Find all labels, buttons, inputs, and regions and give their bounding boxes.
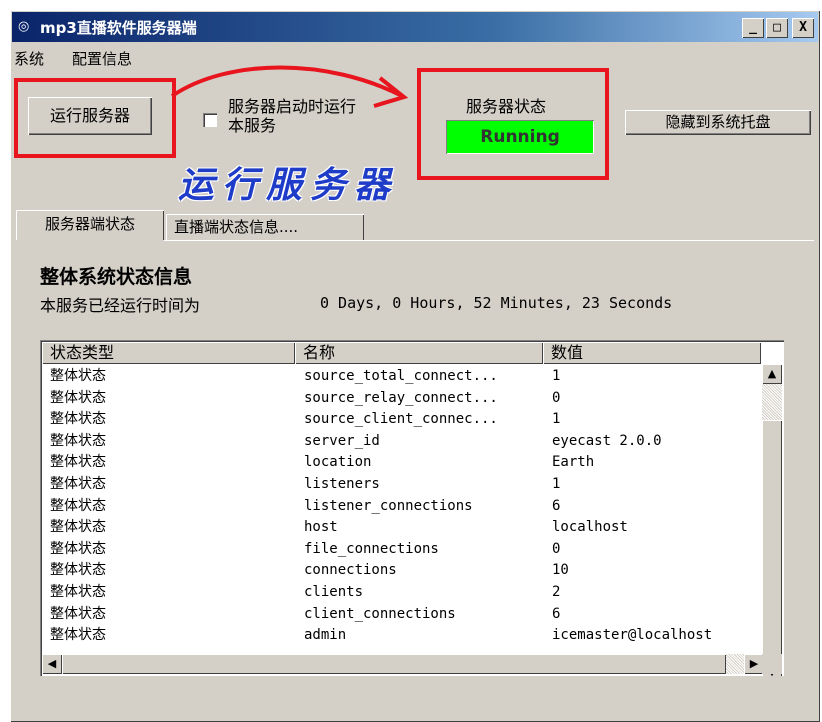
cell-name: host: [304, 519, 338, 536]
cell-type: 整体状态: [50, 540, 106, 557]
horizontal-scrollbar[interactable]: ◀ ▶: [42, 654, 764, 674]
cell-type: 整体状态: [50, 411, 106, 428]
cell-value: 1: [552, 476, 561, 492]
table-row[interactable]: 整体状态 source_client_connec... 1: [42, 409, 764, 431]
scroll-right-icon[interactable]: ▶: [744, 654, 764, 674]
cell-type: 整体状态: [50, 627, 106, 644]
close-button[interactable]: X: [792, 18, 814, 38]
vertical-scrollbar[interactable]: ▲ ▼: [762, 364, 782, 676]
table-row[interactable]: 整体状态 source_relay_connect... 0: [42, 388, 764, 410]
cell-value: 6: [552, 497, 561, 514]
annotation-arrow: [170, 65, 409, 108]
cell-value: eyecast 2.0.0: [552, 432, 662, 449]
cell-type: 整体状态: [50, 389, 106, 406]
tab-divider: [164, 240, 814, 241]
window-title: mp3直播软件服务器端: [40, 19, 197, 37]
cell-name: listeners: [304, 476, 380, 492]
cell-name: source_client_connec...: [304, 411, 498, 428]
cell-type: 整体状态: [50, 368, 106, 384]
hscroll-thumb[interactable]: [62, 654, 726, 674]
table-row[interactable]: 整体状态 listeners 1: [42, 474, 764, 496]
annotation-caption: 运行服务器: [178, 165, 399, 206]
cell-type: 整体状态: [50, 476, 106, 492]
cell-type: 整体状态: [50, 562, 106, 579]
cell-name: location: [304, 454, 372, 471]
status-indicator: Running: [446, 120, 594, 154]
table-row[interactable]: 整体状态 host localhost: [42, 517, 764, 539]
cell-value: Earth: [552, 454, 595, 471]
cell-name: source_relay_connect...: [304, 389, 498, 406]
table-row[interactable]: 整体状态 clients 2: [42, 582, 764, 604]
table-row[interactable]: 整体状态 listener_connections 6: [42, 496, 764, 518]
cell-value: 1: [552, 368, 561, 384]
maximize-button[interactable]: □: [766, 18, 788, 38]
scroll-up-icon[interactable]: ▲: [762, 364, 782, 384]
column-header-name[interactable]: 名称: [295, 342, 543, 364]
cell-value: 6: [552, 605, 561, 622]
cell-value: icemaster@localhost: [552, 627, 713, 644]
menu-system[interactable]: 系统: [14, 48, 44, 69]
status-title: 服务器状态: [466, 97, 547, 116]
app-icon: ◎: [18, 19, 30, 34]
cell-value: 0: [552, 540, 561, 557]
scroll-corner: [762, 654, 782, 674]
cell-name: connections: [304, 562, 397, 579]
tab-server-status[interactable]: 服务器端状态: [16, 210, 164, 240]
table-row[interactable]: 整体状态 file_connections 0: [42, 539, 764, 561]
highlight-run-button: [14, 78, 176, 158]
column-header-value[interactable]: 数值: [543, 342, 761, 364]
cell-value: 10: [552, 562, 569, 579]
cell-value: 0: [552, 389, 561, 406]
tab-broadcaster-status[interactable]: 直播端状态信息....: [166, 214, 364, 240]
status-table: 状态类型 名称 数值 整体状态 source_total_connect... 1 整…: [40, 340, 784, 676]
uptime-value: 0 Days, 0 Hours, 52 Minutes, 23 Seconds: [320, 294, 673, 312]
cell-value: 1: [552, 411, 561, 428]
cell-name: server_id: [304, 432, 380, 449]
scroll-left-icon[interactable]: ◀: [42, 654, 62, 674]
minimize-button[interactable]: _: [742, 18, 764, 38]
cell-name: file_connections: [304, 540, 439, 557]
hide-to-tray-button[interactable]: 隐藏到系统托盘: [625, 110, 811, 135]
menu-config[interactable]: 配置信息: [72, 48, 132, 69]
cell-name: clients: [304, 584, 364, 600]
title-bar[interactable]: ◎ mp3直播软件服务器端 _ □ X: [12, 12, 818, 42]
table-row[interactable]: 整体状态 admin icemaster@localhost: [42, 625, 764, 647]
cell-name: client_connections: [304, 605, 456, 622]
table-row[interactable]: 整体状态 client_connections 6: [42, 604, 764, 626]
table-row[interactable]: 整体状态 location Earth: [42, 452, 764, 474]
cell-type: 整体状态: [50, 454, 106, 471]
cell-name: source_total_connect...: [304, 368, 498, 384]
cell-value: 2: [552, 584, 561, 600]
column-header-type[interactable]: 状态类型: [42, 342, 295, 364]
cell-type: 整体状态: [50, 432, 106, 449]
table-row[interactable]: 整体状态 source_total_connect... 1: [42, 366, 764, 388]
overview-heading: 整体系统状态信息: [40, 266, 193, 288]
table-row[interactable]: 整体状态 server_id eyecast 2.0.0: [42, 431, 764, 453]
table-row[interactable]: 整体状态 connections 10: [42, 560, 764, 582]
scroll-thumb[interactable]: [762, 420, 782, 658]
cell-type: 整体状态: [50, 497, 106, 514]
cell-type: 整体状态: [50, 605, 106, 622]
cell-name: admin: [304, 627, 347, 644]
uptime-label: 本服务已经运行时间为: [40, 296, 201, 315]
cell-type: 整体状态: [50, 584, 106, 600]
cell-value: localhost: [552, 519, 628, 536]
cell-type: 整体状态: [50, 519, 106, 536]
cell-name: listener_connections: [304, 497, 473, 514]
